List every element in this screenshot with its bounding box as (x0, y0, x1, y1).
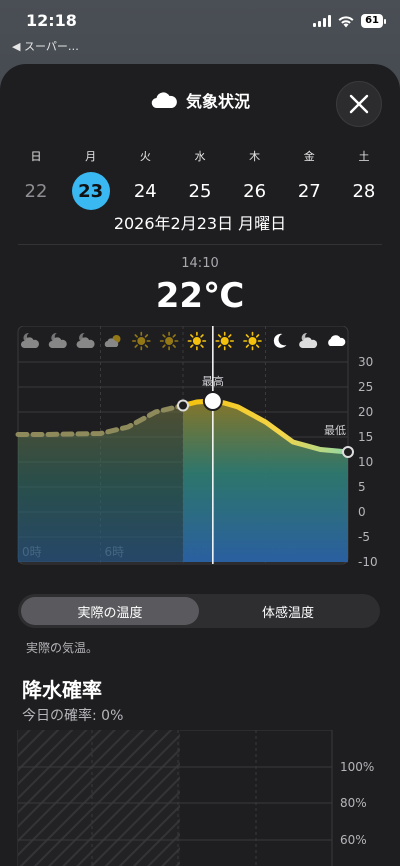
weather-conditions-sheet: 気象状況 日 22 月 23 火 24 水 25 木 26 金 27 土 28 2026年2月23日 月曜… (0, 64, 400, 866)
day-label: 日 (30, 150, 42, 163)
day-25[interactable]: 水 25 (176, 148, 224, 210)
moon-cloud-icon (20, 332, 39, 348)
y-tick-label: 15 (358, 430, 373, 444)
day-number: 28 (352, 180, 376, 202)
status-icons: 61 (313, 14, 386, 28)
day-number: 25 (188, 180, 212, 202)
status-time: 12:18 (26, 11, 77, 30)
precipitation-chart-svg: 100% 80% 60% (17, 729, 374, 866)
status-bar: 12:18 ◀ スーパー… 61 (0, 0, 400, 54)
close-icon (349, 94, 369, 114)
day-label: 土 (358, 150, 370, 163)
sun-icon (215, 331, 234, 351)
back-to-app-link[interactable]: ◀ スーパー… (12, 38, 79, 54)
precip-y-tick-label: 60% (340, 833, 367, 847)
day-27[interactable]: 金 27 (285, 148, 333, 210)
y-tick-label: 0 (358, 505, 366, 519)
day-label: 月 (85, 150, 97, 163)
cellular-signal-icon (313, 15, 332, 27)
moon-cloud-icon (299, 332, 318, 348)
moon-cloud-icon (76, 332, 95, 348)
temperature-chart[interactable]: 302520151050-5-100時6時12時18時最高最低 (0, 325, 400, 586)
precipitation-title: 降水確率 (22, 678, 102, 702)
temperature-chart-svg: 302520151050-5-100時6時12時18時最高最低 (15, 325, 378, 569)
selected-date: 2026年2月23日 月曜日 (113, 214, 287, 233)
sun-icon (187, 331, 207, 351)
sun-icon (159, 331, 179, 351)
forecast-start-dot (177, 399, 189, 412)
cloud-icon (328, 335, 346, 346)
high-marker (202, 391, 223, 411)
day-label: 火 (139, 150, 151, 163)
day-22[interactable]: 日 22 (12, 148, 60, 210)
day-number: 24 (133, 180, 157, 202)
moon-cloud-icon (48, 332, 67, 348)
day-28[interactable]: 土 28 (340, 148, 388, 210)
precipitation-chart[interactable]: 100% 80% 60% (0, 729, 400, 866)
moon-icon (273, 333, 287, 348)
sun-icon (243, 331, 262, 351)
low-marker (342, 446, 354, 458)
week-selector: 日 22 月 23 火 24 水 25 木 26 金 27 土 28 (12, 148, 388, 210)
precip-y-tick-label: 80% (340, 796, 367, 810)
divider (18, 244, 382, 245)
battery-icon: 61 (361, 14, 386, 28)
segment-feels-like[interactable]: 体感温度 (199, 597, 377, 625)
y-tick-label: -10 (358, 555, 378, 569)
high-label: 最高 (202, 374, 224, 388)
close-button[interactable] (336, 81, 382, 127)
sun-cloud-icon (104, 335, 121, 347)
day-26[interactable]: 木 26 (231, 148, 279, 210)
day-23[interactable]: 月 23 (67, 148, 115, 210)
day-label: 木 (249, 150, 261, 163)
current-time: 14:10 (181, 256, 219, 271)
low-label: 最低 (324, 424, 346, 437)
precip-y-tick-label: 100% (340, 760, 374, 774)
sheet-title: 気象状況 (185, 92, 250, 111)
day-label: 金 (303, 150, 315, 163)
sheet-header: 気象状況 (0, 81, 400, 127)
y-tick-label: 25 (358, 380, 373, 394)
y-tick-label: 30 (358, 355, 373, 369)
day-number: 27 (297, 180, 321, 202)
cloud-icon (151, 92, 177, 109)
day-number: 26 (243, 180, 267, 202)
y-tick-label: 5 (358, 480, 366, 494)
day-number: 22 (24, 180, 48, 202)
day-number: 23 (71, 172, 110, 210)
temperature-type-toggle[interactable]: 実際の温度 体感温度 (18, 594, 380, 628)
sun-icon (132, 331, 151, 351)
day-label: 水 (194, 150, 206, 163)
wifi-icon (338, 15, 354, 27)
day-24[interactable]: 火 24 (121, 148, 169, 210)
precipitation-subtitle: 今日の確率: 0% (22, 708, 124, 724)
current-temperature: 22℃ (155, 276, 245, 316)
battery-level: 61 (361, 14, 383, 28)
y-tick-label: 20 (358, 405, 373, 419)
y-tick-label: -5 (358, 530, 370, 544)
segment-description: 実際の気温。 (26, 641, 99, 655)
segment-actual-temp[interactable]: 実際の温度 (21, 597, 199, 625)
y-tick-label: 10 (358, 455, 373, 469)
precip-past-hatch (18, 730, 180, 866)
